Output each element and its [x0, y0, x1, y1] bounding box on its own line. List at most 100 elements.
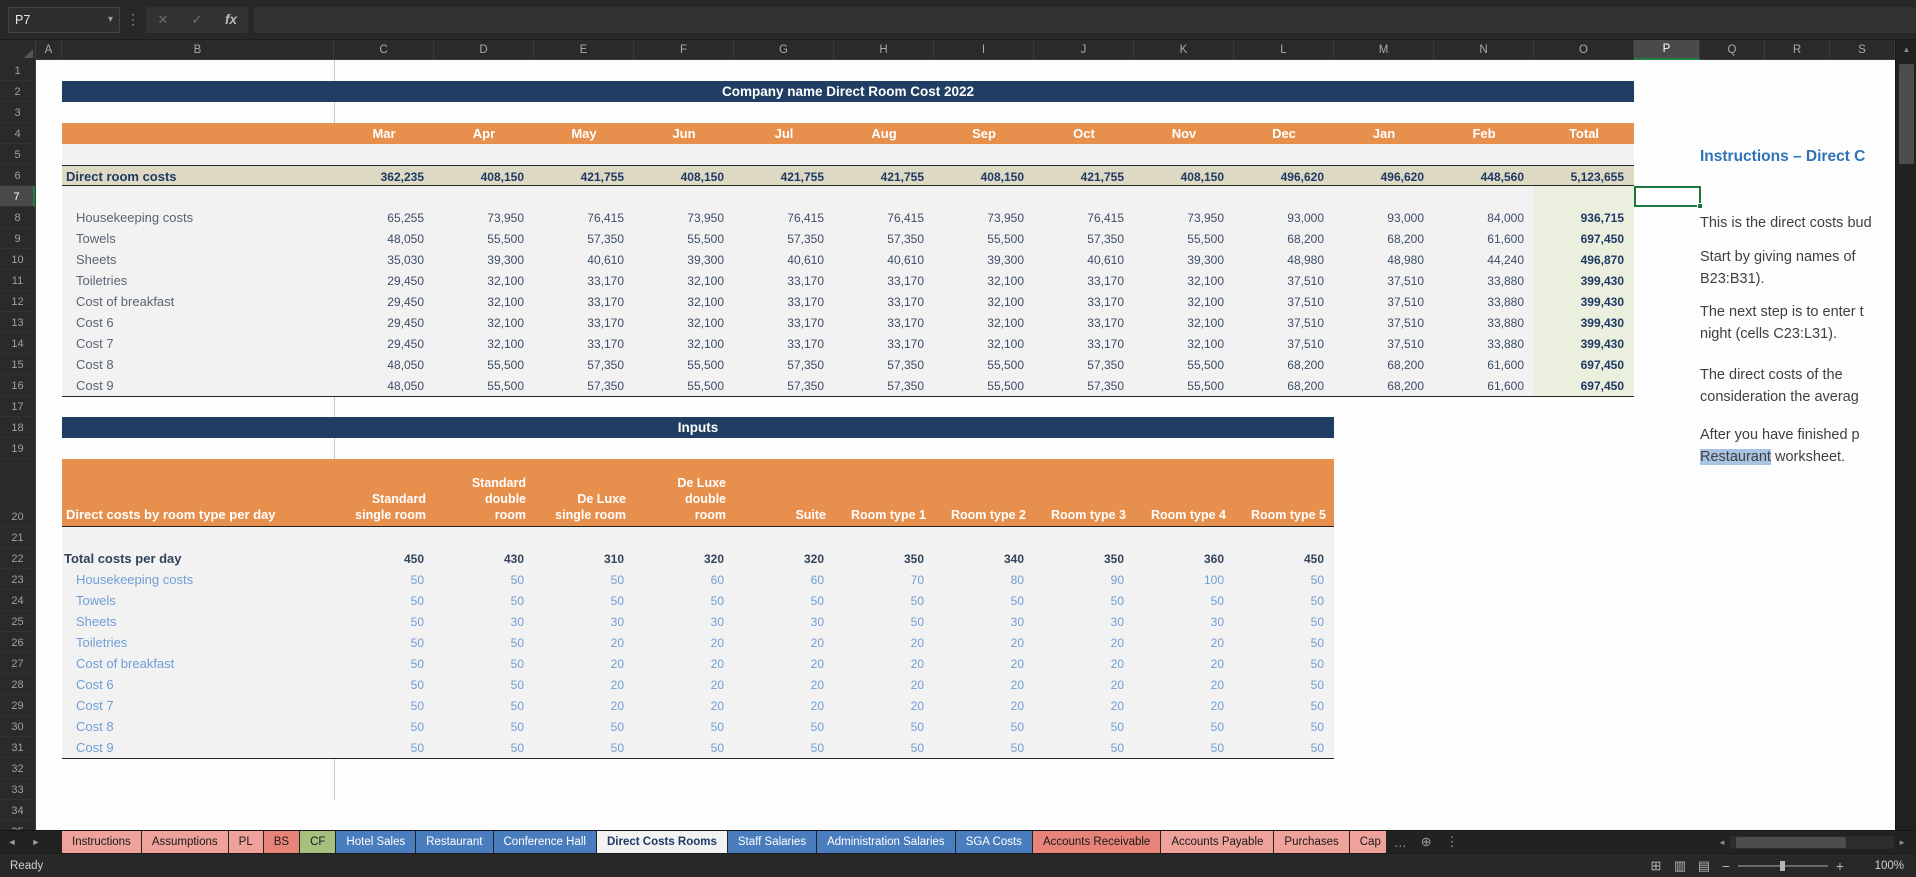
cost-value-cell[interactable]: 76,415	[834, 207, 934, 228]
column-header-O[interactable]: O	[1534, 40, 1634, 60]
room-type-header-cell[interactable]: De Luxe double room	[634, 458, 734, 526]
room-type-header-cell[interactable]: Room type 1	[834, 458, 934, 526]
input-value-cell[interactable]: 50	[634, 737, 734, 758]
input-value-cell[interactable]: 20	[1134, 653, 1234, 674]
cost-value-cell[interactable]: 73,950	[634, 207, 734, 228]
input-value-cell[interactable]: 50	[534, 716, 634, 737]
zoom-in-icon[interactable]: +	[1830, 858, 1850, 874]
input-value-cell[interactable]: 50	[334, 674, 434, 695]
cost-row-label[interactable]: Towels	[62, 228, 334, 249]
cost-value-cell[interactable]: 29,450	[334, 312, 434, 333]
row-number-21[interactable]: 21	[0, 527, 35, 548]
row-number-34[interactable]: 34	[0, 800, 35, 821]
input-value-cell[interactable]: 50	[434, 590, 534, 611]
input-value-cell[interactable]: 30	[1134, 611, 1234, 632]
input-value-cell[interactable]: 50	[634, 590, 734, 611]
cost-value-cell[interactable]: 68,200	[1234, 354, 1334, 375]
input-value-cell[interactable]: 50	[334, 590, 434, 611]
cost-value-cell[interactable]: 65,255	[334, 207, 434, 228]
input-value-cell[interactable]: 50	[1234, 695, 1334, 716]
cost-value-cell[interactable]: 39,300	[934, 249, 1034, 270]
sheet-tab-accounts-receivable[interactable]: Accounts Receivable	[1033, 831, 1160, 853]
input-value-cell[interactable]: 50	[734, 590, 834, 611]
cost-value-cell[interactable]: 68,200	[1234, 375, 1334, 396]
cost-value-cell[interactable]: 61,600	[1434, 228, 1534, 249]
cost-value-cell[interactable]: 57,350	[534, 228, 634, 249]
column-header-A[interactable]: A	[36, 40, 62, 60]
cost-row-label[interactable]: Cost 7	[62, 333, 334, 354]
input-value-cell[interactable]: 50	[1034, 590, 1134, 611]
month-header-cell[interactable]: Jan	[1334, 123, 1434, 144]
row-number-17[interactable]: 17	[0, 396, 35, 417]
input-value-cell[interactable]: 20	[734, 695, 834, 716]
input-value-cell[interactable]: 20	[1034, 632, 1134, 653]
input-value-cell[interactable]: 60	[634, 569, 734, 590]
input-value-cell[interactable]: 30	[734, 611, 834, 632]
cost-value-cell[interactable]: 55,500	[934, 354, 1034, 375]
summary-value-cell[interactable]: 496,620	[1234, 166, 1334, 187]
tab-scroll-right-icon[interactable]: ►	[24, 831, 48, 853]
month-header-cell[interactable]: Sep	[934, 123, 1034, 144]
new-sheet-icon[interactable]: ⊕	[1414, 831, 1439, 853]
column-header-I[interactable]: I	[934, 40, 1034, 60]
cost-value-cell[interactable]: 73,950	[434, 207, 534, 228]
input-value-cell[interactable]: 20	[534, 674, 634, 695]
row-number-5[interactable]: 5	[0, 144, 35, 165]
cost-value-cell[interactable]: 33,170	[534, 270, 634, 291]
input-value-cell[interactable]: 50	[834, 590, 934, 611]
input-value-cell[interactable]: 70	[834, 569, 934, 590]
row-number-15[interactable]: 15	[0, 354, 35, 375]
row-number-33[interactable]: 33	[0, 779, 35, 800]
cost-value-cell[interactable]: 32,100	[934, 312, 1034, 333]
cost-value-cell[interactable]: 33,170	[534, 312, 634, 333]
inputs-summary-value-cell[interactable]: 350	[1034, 548, 1134, 569]
cost-row-label[interactable]: Toiletries	[62, 270, 334, 291]
input-value-cell[interactable]: 20	[634, 674, 734, 695]
input-value-cell[interactable]: 80	[934, 569, 1034, 590]
month-header-cell[interactable]: Total	[1534, 123, 1634, 144]
cost-row-label[interactable]: Cost 6	[62, 312, 334, 333]
inputs-summary-value-cell[interactable]: 320	[634, 548, 734, 569]
input-value-cell[interactable]: 50	[834, 716, 934, 737]
formula-input[interactable]	[254, 7, 1916, 33]
month-header-cell[interactable]: Dec	[1234, 123, 1334, 144]
vertical-scroll-thumb[interactable]	[1899, 64, 1914, 164]
summary-value-cell[interactable]: 362,235	[334, 166, 434, 187]
input-value-cell[interactable]: 50	[534, 569, 634, 590]
column-header-J[interactable]: J	[1034, 40, 1134, 60]
cost-row-label[interactable]: Sheets	[62, 249, 334, 270]
zoom-out-icon[interactable]: −	[1716, 858, 1736, 874]
cost-value-cell[interactable]: 37,510	[1234, 312, 1334, 333]
input-value-cell[interactable]: 50	[1234, 569, 1334, 590]
sheet-tab-sga-costs[interactable]: SGA Costs	[956, 831, 1032, 853]
normal-view-icon[interactable]: ⊞	[1644, 858, 1668, 874]
input-value-cell[interactable]: 20	[634, 695, 734, 716]
summary-value-cell[interactable]: 421,755	[1034, 166, 1134, 187]
input-value-cell[interactable]: 50	[334, 695, 434, 716]
cost-value-cell[interactable]: 33,170	[834, 312, 934, 333]
row-number-22[interactable]: 22	[0, 548, 35, 569]
cost-value-cell[interactable]: 32,100	[434, 312, 534, 333]
inputs-summary-value-cell[interactable]: 310	[534, 548, 634, 569]
column-header-H[interactable]: H	[834, 40, 934, 60]
input-value-cell[interactable]: 20	[834, 695, 934, 716]
month-header-cell[interactable]: Feb	[1434, 123, 1534, 144]
sheet-tab-conference-hall[interactable]: Conference Hall	[494, 831, 596, 853]
summary-row-label[interactable]: Direct room costs	[62, 166, 334, 187]
cost-value-cell[interactable]: 48,050	[334, 354, 434, 375]
title-banner[interactable]: Company name Direct Room Cost 2022	[62, 81, 1634, 102]
input-value-cell[interactable]: 20	[1134, 695, 1234, 716]
cost-value-cell[interactable]: 37,510	[1334, 291, 1434, 312]
cost-value-cell[interactable]: 48,050	[334, 375, 434, 396]
month-header-cell[interactable]: Mar	[334, 123, 434, 144]
cost-value-cell[interactable]: 61,600	[1434, 375, 1534, 396]
direct-room-costs-summary-row[interactable]: Direct room costs362,235408,150421,75540…	[62, 165, 1634, 186]
cost-value-cell[interactable]: 40,610	[834, 249, 934, 270]
cost-value-cell[interactable]: 32,100	[1134, 312, 1234, 333]
cost-value-cell[interactable]: 32,100	[1134, 270, 1234, 291]
column-header-K[interactable]: K	[1134, 40, 1234, 60]
cost-value-cell[interactable]: 496,870	[1534, 249, 1634, 270]
zoom-slider[interactable]	[1738, 865, 1828, 867]
input-value-cell[interactable]: 30	[934, 611, 1034, 632]
room-type-header-cell[interactable]: Standard double room	[434, 458, 534, 526]
